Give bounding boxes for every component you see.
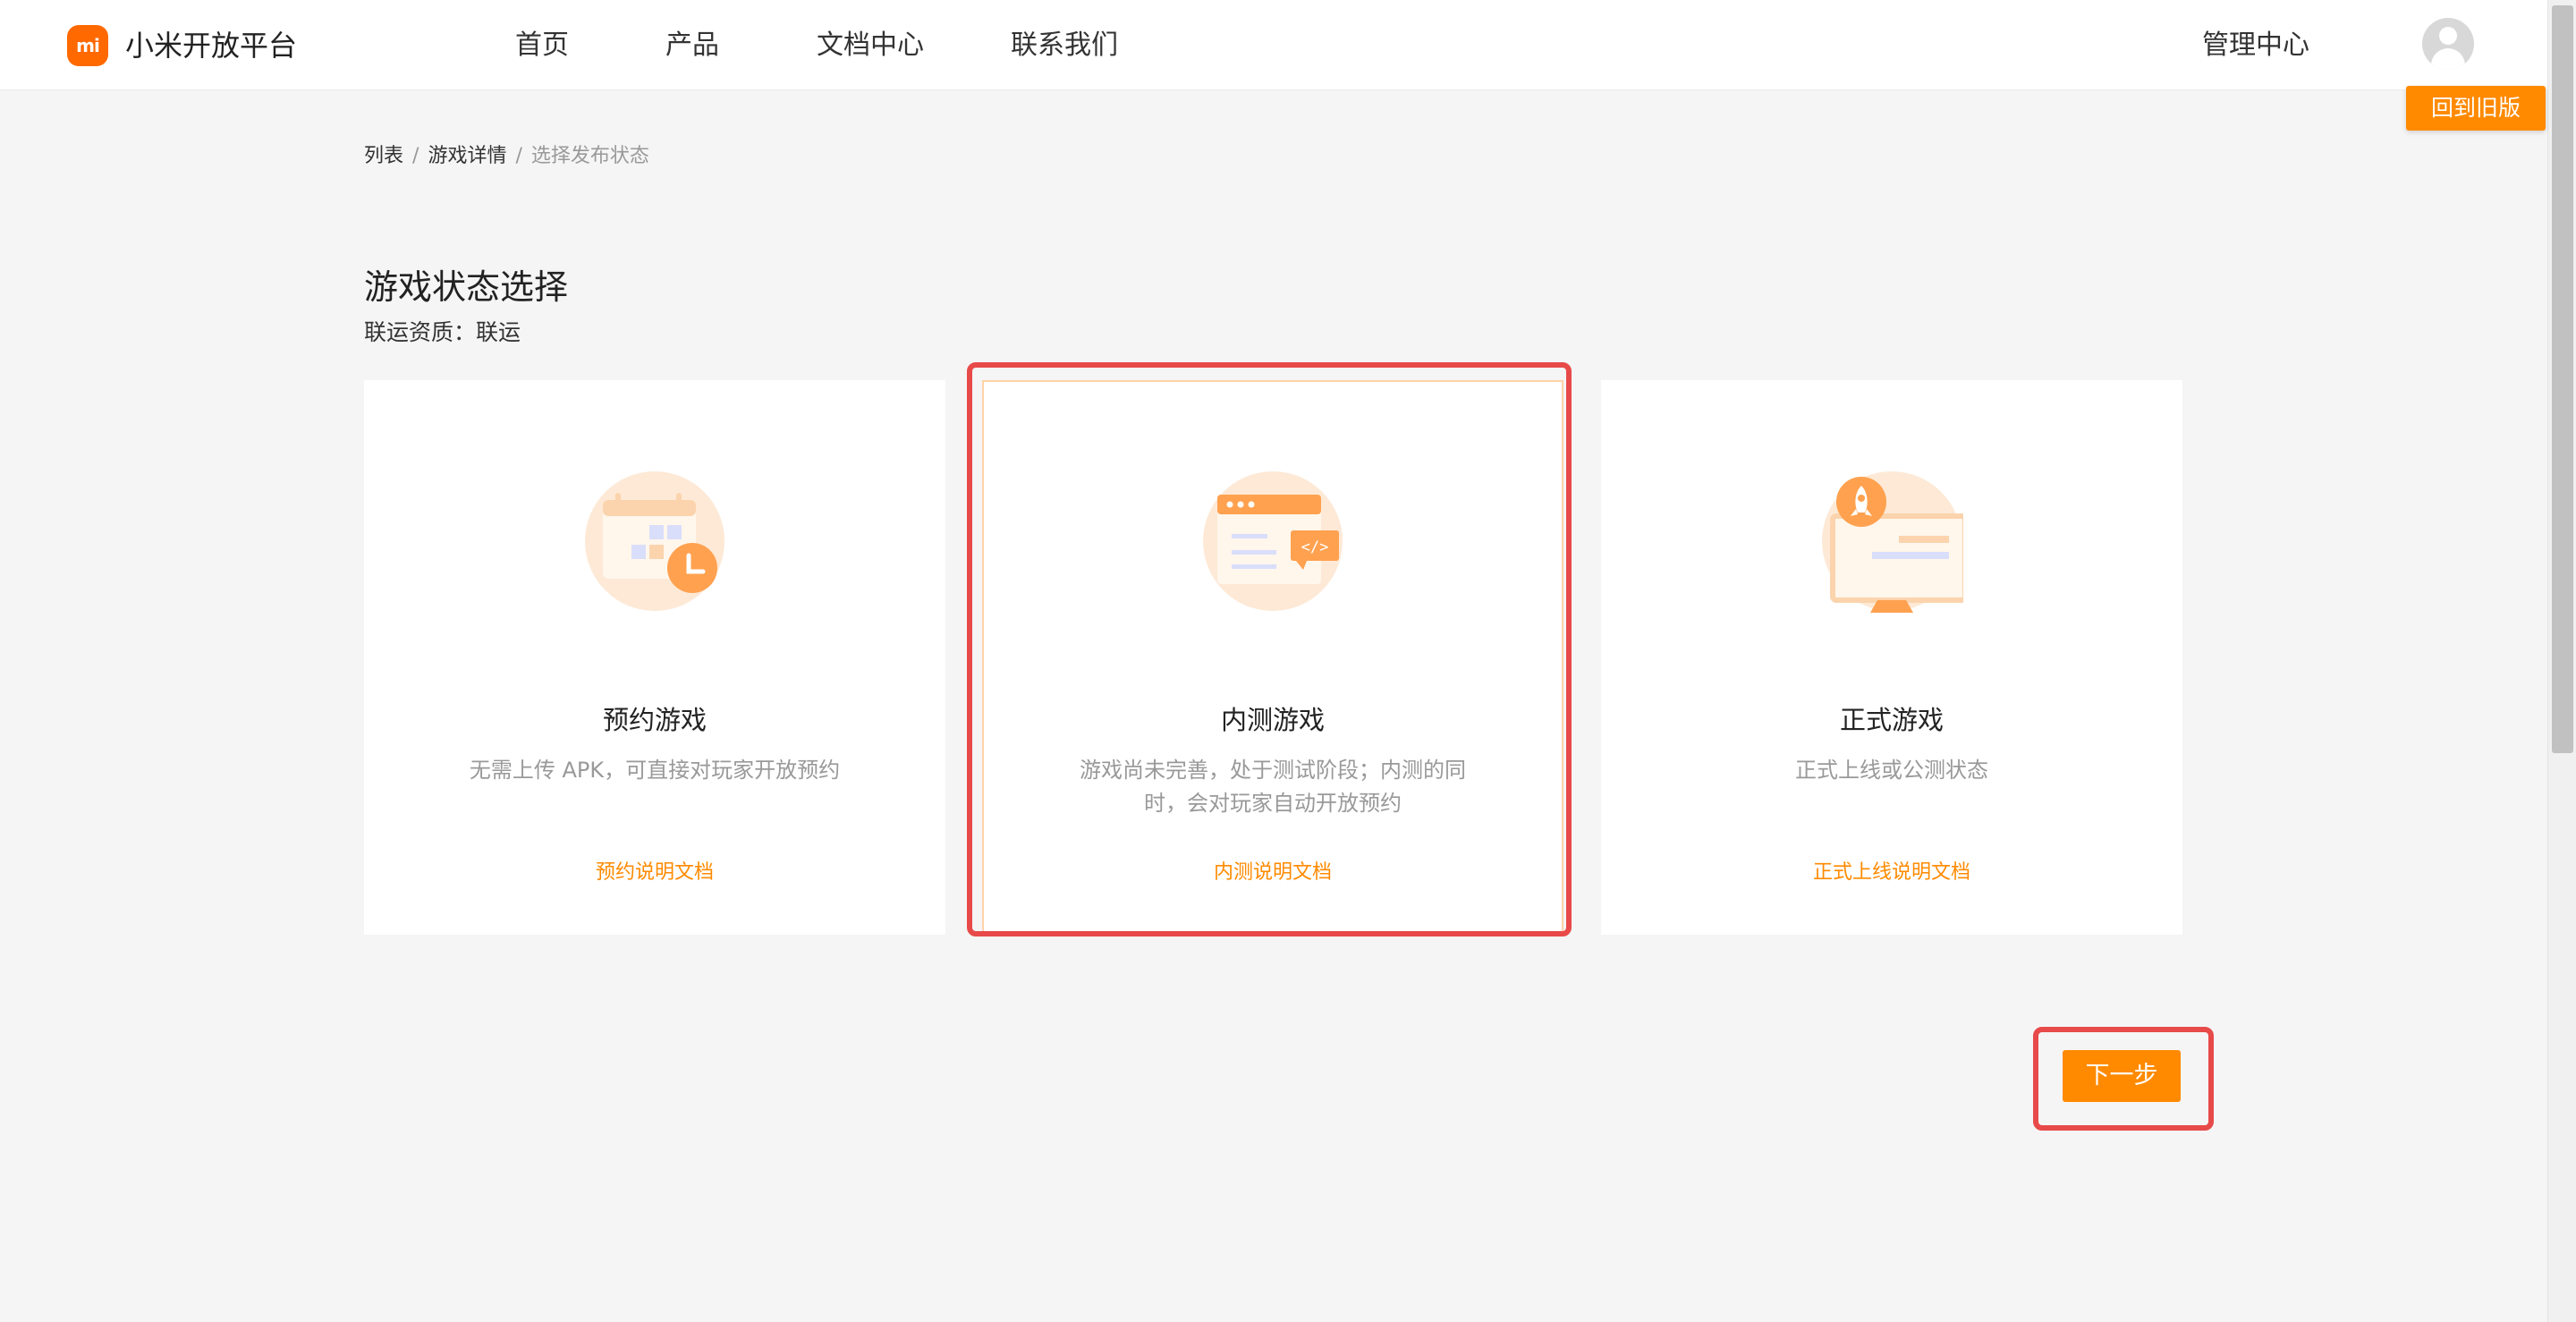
card-title: 预约游戏	[602, 705, 707, 735]
breadcrumb-list[interactable]: 列表	[364, 145, 403, 167]
mi-logo-icon[interactable]: mi	[67, 25, 108, 66]
card-reservation-game[interactable]: 预约游戏 无需上传 APK，可直接对玩家开放预约 预约说明文档	[364, 380, 945, 935]
card-title: 正式游戏	[1839, 705, 1944, 735]
breadcrumb-separator: /	[412, 145, 419, 167]
reservation-doc-link[interactable]: 预约说明文档	[364, 858, 945, 888]
next-step-button[interactable]: 下一步	[2063, 1050, 2181, 1102]
admin-center-link[interactable]: 管理中心	[2202, 25, 2309, 66]
breadcrumb-game-detail[interactable]: 游戏详情	[428, 145, 506, 167]
scrollbar-thumb[interactable]	[2552, 5, 2573, 753]
qualification-text: 联运资质：联运	[364, 319, 521, 345]
breadcrumb-separator: /	[515, 145, 522, 167]
breadcrumb: 列表 / 游戏详情 / 选择发布状态	[364, 141, 649, 172]
brand-name[interactable]: 小米开放平台	[125, 25, 297, 66]
nav-docs[interactable]: 文档中心	[817, 25, 924, 66]
card-official-game[interactable]: 正式游戏 正式上线或公测状态 正式上线说明文档	[1601, 380, 2182, 935]
nav-home[interactable]: 首页	[515, 25, 569, 66]
page-title: 游戏状态选择	[364, 267, 569, 307]
card-description: 游戏尚未完善，处于测试阶段；内测的同时，会对玩家自动开放预约	[1080, 758, 1466, 816]
nav-contact[interactable]: 联系我们	[1011, 25, 1118, 66]
calendar-clock-icon	[583, 470, 726, 613]
card-beta-game[interactable]: </> 内测游戏 游戏尚未完善，处于测试阶段；内测的同时，会对玩家自动开放预约 …	[982, 380, 1563, 935]
beta-doc-link[interactable]: 内测说明文档	[984, 858, 1562, 888]
card-title: 内测游戏	[1220, 705, 1325, 735]
browser-code-icon: </>	[1201, 470, 1344, 613]
monitor-rocket-icon	[1820, 470, 1968, 613]
top-header: mi 小米开放平台 首页 产品 文档中心 联系我们 管理中心	[0, 0, 2547, 90]
user-avatar-icon[interactable]	[2422, 18, 2474, 70]
back-to-old-version-button[interactable]: 回到旧版	[2406, 86, 2546, 131]
breadcrumb-current: 选择发布状态	[530, 145, 649, 167]
svg-text:</>: </>	[1301, 538, 1329, 556]
nav-products[interactable]: 产品	[665, 25, 719, 66]
page-scrollbar[interactable]	[2547, 0, 2576, 1322]
card-description: 正式上线或公测状态	[1795, 758, 1988, 783]
card-description: 无需上传 APK，可直接对玩家开放预约	[469, 758, 841, 783]
official-doc-link[interactable]: 正式上线说明文档	[1601, 858, 2182, 888]
